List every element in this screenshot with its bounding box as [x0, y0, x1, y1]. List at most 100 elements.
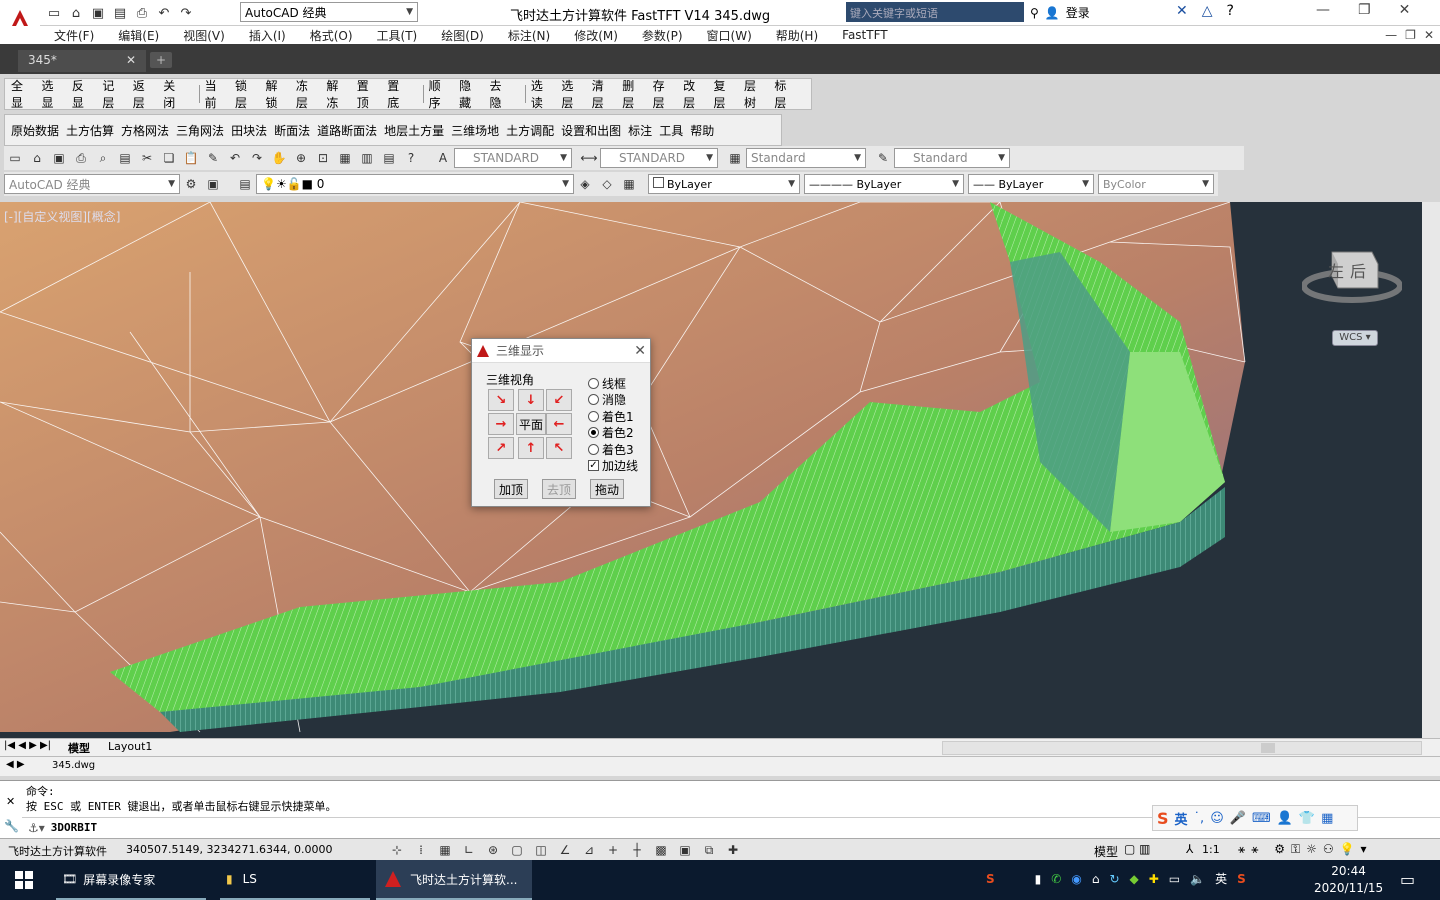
- tpy-icon[interactable]: ▩: [650, 840, 672, 860]
- calculator-icon[interactable]: ▤: [378, 148, 400, 168]
- match-icon[interactable]: ✎: [202, 148, 224, 168]
- print-icon[interactable]: ⎙: [132, 3, 152, 23]
- menu-parametric[interactable]: 参数(P): [630, 27, 695, 44]
- refresh-tray-icon[interactable]: ↻: [1109, 872, 1119, 886]
- nvidia-tray-icon[interactable]: ◆: [1130, 872, 1139, 886]
- viewcube[interactable]: 左 后 WCS ▾: [1301, 242, 1403, 352]
- layertb-item-15[interactable]: 去隐: [490, 77, 513, 111]
- layertb-item-17[interactable]: 选层: [561, 77, 584, 111]
- close-icon[interactable]: ✕: [1399, 2, 1411, 18]
- new-file-icon[interactable]: ▭: [44, 3, 64, 23]
- layertb-item-21[interactable]: 改层: [683, 77, 706, 111]
- view-southwest-button[interactable]: ↗: [488, 437, 514, 459]
- menu-fasttft[interactable]: FastTFT: [830, 28, 899, 42]
- color-select[interactable]: ByLayer ▼: [648, 174, 800, 194]
- login-link[interactable]: 登录: [1066, 4, 1090, 21]
- help-icon[interactable]: ?: [1227, 3, 1234, 19]
- lineweight-select[interactable]: —— ByLayer ▼: [968, 174, 1094, 194]
- menu-dimension[interactable]: 标注(N): [496, 27, 562, 44]
- menu-view[interactable]: 视图(V): [171, 27, 237, 44]
- layer-manager-icon[interactable]: ▤: [234, 174, 256, 194]
- network-icon[interactable]: △: [1202, 3, 1213, 19]
- view-west-button[interactable]: →: [488, 413, 514, 435]
- fasttb-item-13[interactable]: 帮助: [690, 122, 714, 139]
- layertb-item-16[interactable]: 选读: [531, 77, 554, 111]
- ime-emoji-icon[interactable]: ☺: [1210, 811, 1224, 826]
- dim-style-select[interactable]: STANDARD ▼: [600, 148, 718, 168]
- taskbar-app-recorder[interactable]: 🎞 屏幕录像专家: [56, 860, 206, 900]
- redo-icon[interactable]: ↷: [246, 148, 268, 168]
- fasttb-item-4[interactable]: 田块法: [231, 122, 267, 139]
- shield-tray-icon[interactable]: ◉: [1071, 872, 1081, 886]
- layertb-item-8[interactable]: 解锁: [265, 77, 288, 111]
- document-tab[interactable]: 345* ✕: [18, 50, 146, 72]
- layertb-item-5[interactable]: 关闭: [163, 77, 186, 111]
- fasttb-item-9[interactable]: 土方调配: [506, 122, 554, 139]
- viewcube-left-face[interactable]: 左: [1328, 258, 1344, 282]
- add-top-button[interactable]: 加顶: [494, 479, 528, 499]
- plan-view-button[interactable]: 平面: [516, 413, 546, 435]
- horizontal-scrollbar[interactable]: [942, 741, 1422, 755]
- undo-icon[interactable]: ↶: [224, 148, 246, 168]
- view-east-button[interactable]: ←: [546, 413, 572, 435]
- menu-help[interactable]: 帮助(H): [764, 27, 830, 44]
- model-space-toggle[interactable]: 模型: [1094, 843, 1118, 860]
- workspace-select[interactable]: AutoCAD 经典 ▼: [240, 2, 418, 22]
- layertb-item-22[interactable]: 复层: [714, 77, 737, 111]
- 360-tray-icon[interactable]: ✚: [1149, 872, 1159, 886]
- zoom-window-icon[interactable]: ⊡: [312, 148, 334, 168]
- fasttb-item-7[interactable]: 地层土方量: [384, 122, 444, 139]
- battery-tray-icon[interactable]: ▮: [1035, 872, 1042, 886]
- tab-nav-icons[interactable]: |◀ ◀ ▶ ▶|: [4, 740, 51, 751]
- layertb-item-14[interactable]: 隐藏: [459, 77, 482, 111]
- open-icon[interactable]: ⌂: [26, 148, 48, 168]
- menu-edit[interactable]: 编辑(E): [106, 27, 171, 44]
- usb-tray-icon[interactable]: ⌂: [1092, 872, 1100, 886]
- view-northwest-button[interactable]: ↘: [488, 389, 514, 411]
- tab-model[interactable]: 模型: [68, 740, 90, 756]
- exchange-icon[interactable]: ✕: [1176, 3, 1188, 19]
- tray-lang-label[interactable]: 英: [1215, 870, 1227, 887]
- fasttb-item-5[interactable]: 断面法: [274, 122, 310, 139]
- layertb-item-20[interactable]: 存层: [653, 77, 676, 111]
- layertb-item-6[interactable]: 当前: [205, 77, 228, 111]
- layer-state-icon[interactable]: ▦: [618, 174, 640, 194]
- ime-skin-icon[interactable]: 👕: [1299, 811, 1315, 826]
- fasttb-item-10[interactable]: 设置和出图: [561, 122, 621, 139]
- ime-punct-icon[interactable]: ˙,: [1194, 811, 1205, 826]
- plot-icon[interactable]: ⎙: [70, 148, 92, 168]
- layertb-item-1[interactable]: 选显: [41, 77, 64, 111]
- paste-icon[interactable]: 📋: [180, 148, 202, 168]
- preview-icon[interactable]: ⌕: [92, 148, 114, 168]
- menu-format[interactable]: 格式(O): [298, 27, 365, 44]
- wcs-menu[interactable]: WCS ▾: [1332, 330, 1378, 346]
- fasttb-item-1[interactable]: 土方估算: [66, 122, 114, 139]
- am-icon[interactable]: ✚: [722, 840, 744, 860]
- status-coordinates[interactable]: 340507.5149, 3234271.6344, 0.0000: [126, 843, 332, 856]
- otrack-icon[interactable]: ∠: [554, 840, 576, 860]
- status-tray-icons[interactable]: ⚹⚹ ⚙⚿☼⚇💡▾: [1238, 842, 1373, 857]
- view-northeast-button[interactable]: ↙: [546, 389, 572, 411]
- layertb-item-2[interactable]: 反显: [72, 77, 95, 111]
- layertb-item-19[interactable]: 删层: [622, 77, 645, 111]
- qp-icon[interactable]: ▣: [674, 840, 696, 860]
- new-icon[interactable]: ▭: [4, 148, 26, 168]
- view-southeast-button[interactable]: ↖: [546, 437, 572, 459]
- layer-select[interactable]: 💡☀🔓■ 0 ▼: [256, 174, 574, 194]
- layertb-item-11[interactable]: 置顶: [357, 77, 380, 111]
- publish-icon[interactable]: ▤: [114, 148, 136, 168]
- wechat-tray-icon[interactable]: ✆: [1051, 872, 1061, 886]
- network-tray-icon[interactable]: ▭: [1169, 872, 1180, 886]
- open-file-icon[interactable]: ⌂: [66, 3, 86, 23]
- fasttb-item-8[interactable]: 三维场地: [451, 122, 499, 139]
- menu-file[interactable]: 文件(F): [42, 27, 106, 44]
- layertb-item-23[interactable]: 层树: [744, 77, 767, 111]
- clock[interactable]: 20:44 2020/11/15: [1314, 863, 1383, 897]
- layer-previous-icon[interactable]: ◇: [596, 174, 618, 194]
- volume-tray-icon[interactable]: 🔈: [1190, 872, 1205, 886]
- file-nav-icons[interactable]: ◀ ▶: [6, 759, 25, 770]
- table-style-icon[interactable]: ▦: [724, 148, 746, 168]
- ime-toolbar[interactable]: S 英 ˙, ☺ 🎤 ⌨ 👤 👕 ▦: [1152, 805, 1358, 831]
- menu-modify[interactable]: 修改(M): [562, 27, 630, 44]
- option-hidden[interactable]: 消隐: [588, 391, 626, 408]
